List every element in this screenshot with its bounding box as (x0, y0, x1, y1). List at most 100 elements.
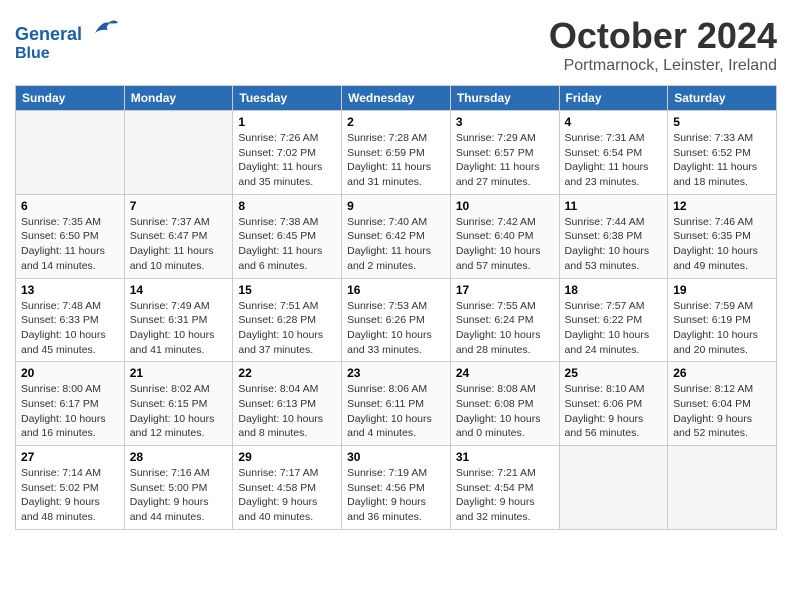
day-number: 18 (565, 283, 663, 297)
calendar-cell: 31Sunrise: 7:21 AM Sunset: 4:54 PM Dayli… (450, 446, 559, 530)
logo: General Blue (15, 15, 120, 62)
day-info: Sunrise: 7:26 AM Sunset: 7:02 PM Dayligh… (238, 131, 336, 190)
day-info: Sunrise: 8:04 AM Sunset: 6:13 PM Dayligh… (238, 382, 336, 441)
day-info: Sunrise: 7:33 AM Sunset: 6:52 PM Dayligh… (673, 131, 771, 190)
calendar-cell (16, 111, 125, 195)
calendar-week-row: 13Sunrise: 7:48 AM Sunset: 6:33 PM Dayli… (16, 278, 777, 362)
calendar-cell: 8 Sunrise: 7:38 AM Sunset: 6:45 PM Daylig… (233, 194, 342, 278)
day-info: Sunrise: 7:57 AM Sunset: 6:22 PM Dayligh… (565, 299, 663, 358)
day-number: 2 (347, 115, 445, 129)
calendar-cell: 23 Sunrise: 8:06 AM Sunset: 6:11 PM Dayli… (342, 362, 451, 446)
day-number: 10 (456, 199, 554, 213)
calendar-cell: 30 Sunrise: 7:19 AM Sunset: 4:56 PM Dayli… (342, 446, 451, 530)
day-number: 13 (21, 283, 119, 297)
day-number: 27 (21, 450, 119, 464)
day-number: 17 (456, 283, 554, 297)
calendar-cell: 5 Sunrise: 7:33 AM Sunset: 6:52 PM Daylig… (668, 111, 777, 195)
day-info: Sunrise: 7:42 AM Sunset: 6:40 PM Dayligh… (456, 215, 554, 274)
calendar-cell: 3 Sunrise: 7:29 AM Sunset: 6:57 PM Daylig… (450, 111, 559, 195)
logo-bird-icon (90, 15, 120, 40)
weekday-header-saturday: Saturday (668, 86, 777, 111)
day-number: 15 (238, 283, 336, 297)
calendar-cell: 13Sunrise: 7:48 AM Sunset: 6:33 PM Dayli… (16, 278, 125, 362)
day-number: 8 (238, 199, 336, 213)
weekday-header-wednesday: Wednesday (342, 86, 451, 111)
calendar-cell: 17 Sunrise: 7:55 AM Sunset: 6:24 PM Dayli… (450, 278, 559, 362)
calendar-week-row: 1Sunrise: 7:26 AM Sunset: 7:02 PM Daylig… (16, 111, 777, 195)
calendar-cell (559, 446, 668, 530)
calendar-table: SundayMondayTuesdayWednesdayThursdayFrid… (15, 85, 777, 530)
day-info: Sunrise: 7:29 AM Sunset: 6:57 PM Dayligh… (456, 131, 554, 190)
day-info: Sunrise: 7:51 AM Sunset: 6:28 PM Dayligh… (238, 299, 336, 358)
calendar-cell: 28 Sunrise: 7:16 AM Sunset: 5:00 PM Dayli… (124, 446, 233, 530)
page-header: General Blue October 2024 Portmarnock, L… (15, 15, 777, 75)
weekday-header-friday: Friday (559, 86, 668, 111)
calendar-cell: 12Sunrise: 7:46 AM Sunset: 6:35 PM Dayli… (668, 194, 777, 278)
day-number: 4 (565, 115, 663, 129)
calendar-cell: 16 Sunrise: 7:53 AM Sunset: 6:26 PM Dayli… (342, 278, 451, 362)
day-info: Sunrise: 7:38 AM Sunset: 6:45 PM Dayligh… (238, 215, 336, 274)
day-number: 29 (238, 450, 336, 464)
day-info: Sunrise: 7:28 AM Sunset: 6:59 PM Dayligh… (347, 131, 445, 190)
calendar-week-row: 20 Sunrise: 8:00 AM Sunset: 6:17 PM Dayli… (16, 362, 777, 446)
day-info: Sunrise: 7:44 AM Sunset: 6:38 PM Dayligh… (565, 215, 663, 274)
day-number: 24 (456, 366, 554, 380)
logo-text2: Blue (15, 45, 120, 63)
calendar-cell: 20 Sunrise: 8:00 AM Sunset: 6:17 PM Dayli… (16, 362, 125, 446)
day-number: 19 (673, 283, 771, 297)
day-info: Sunrise: 7:17 AM Sunset: 4:58 PM Dayligh… (238, 466, 336, 525)
title-block: October 2024 Portmarnock, Leinster, Irel… (549, 15, 777, 75)
day-info: Sunrise: 8:06 AM Sunset: 6:11 PM Dayligh… (347, 382, 445, 441)
day-info: Sunrise: 7:53 AM Sunset: 6:26 PM Dayligh… (347, 299, 445, 358)
day-info: Sunrise: 7:49 AM Sunset: 6:31 PM Dayligh… (130, 299, 228, 358)
day-info: Sunrise: 7:19 AM Sunset: 4:56 PM Dayligh… (347, 466, 445, 525)
day-number: 5 (673, 115, 771, 129)
calendar-cell: 11Sunrise: 7:44 AM Sunset: 6:38 PM Dayli… (559, 194, 668, 278)
day-info: Sunrise: 7:16 AM Sunset: 5:00 PM Dayligh… (130, 466, 228, 525)
calendar-cell (668, 446, 777, 530)
day-info: Sunrise: 8:08 AM Sunset: 6:08 PM Dayligh… (456, 382, 554, 441)
day-number: 23 (347, 366, 445, 380)
calendar-week-row: 27 Sunrise: 7:14 AM Sunset: 5:02 PM Dayli… (16, 446, 777, 530)
calendar-cell: 6Sunrise: 7:35 AM Sunset: 6:50 PM Daylig… (16, 194, 125, 278)
month-title: October 2024 (549, 15, 777, 57)
day-number: 21 (130, 366, 228, 380)
calendar-cell: 10 Sunrise: 7:42 AM Sunset: 6:40 PM Dayli… (450, 194, 559, 278)
calendar-week-row: 6Sunrise: 7:35 AM Sunset: 6:50 PM Daylig… (16, 194, 777, 278)
day-number: 7 (130, 199, 228, 213)
day-number: 25 (565, 366, 663, 380)
calendar-cell: 19 Sunrise: 7:59 AM Sunset: 6:19 PM Dayli… (668, 278, 777, 362)
day-number: 12 (673, 199, 771, 213)
day-number: 16 (347, 283, 445, 297)
weekday-header-tuesday: Tuesday (233, 86, 342, 111)
location-subtitle: Portmarnock, Leinster, Ireland (549, 57, 777, 75)
day-number: 3 (456, 115, 554, 129)
day-number: 31 (456, 450, 554, 464)
calendar-cell: 21 Sunrise: 8:02 AM Sunset: 6:15 PM Dayli… (124, 362, 233, 446)
day-info: Sunrise: 7:37 AM Sunset: 6:47 PM Dayligh… (130, 215, 228, 274)
calendar-cell: 9 Sunrise: 7:40 AM Sunset: 6:42 PM Daylig… (342, 194, 451, 278)
day-info: Sunrise: 7:55 AM Sunset: 6:24 PM Dayligh… (456, 299, 554, 358)
weekday-header-thursday: Thursday (450, 86, 559, 111)
weekday-header-sunday: Sunday (16, 86, 125, 111)
day-number: 6 (21, 199, 119, 213)
day-info: Sunrise: 8:00 AM Sunset: 6:17 PM Dayligh… (21, 382, 119, 441)
day-info: Sunrise: 8:12 AM Sunset: 6:04 PM Dayligh… (673, 382, 771, 441)
calendar-cell: 18 Sunrise: 7:57 AM Sunset: 6:22 PM Dayli… (559, 278, 668, 362)
day-number: 9 (347, 199, 445, 213)
calendar-header-row: SundayMondayTuesdayWednesdayThursdayFrid… (16, 86, 777, 111)
day-number: 20 (21, 366, 119, 380)
day-info: Sunrise: 7:31 AM Sunset: 6:54 PM Dayligh… (565, 131, 663, 190)
calendar-cell: 27 Sunrise: 7:14 AM Sunset: 5:02 PM Dayli… (16, 446, 125, 530)
day-number: 28 (130, 450, 228, 464)
calendar-cell: 25 Sunrise: 8:10 AM Sunset: 6:06 PM Dayli… (559, 362, 668, 446)
weekday-header-monday: Monday (124, 86, 233, 111)
calendar-cell (124, 111, 233, 195)
day-info: Sunrise: 8:02 AM Sunset: 6:15 PM Dayligh… (130, 382, 228, 441)
calendar-cell: 7 Sunrise: 7:37 AM Sunset: 6:47 PM Daylig… (124, 194, 233, 278)
day-info: Sunrise: 7:40 AM Sunset: 6:42 PM Dayligh… (347, 215, 445, 274)
day-number: 30 (347, 450, 445, 464)
day-info: Sunrise: 7:14 AM Sunset: 5:02 PM Dayligh… (21, 466, 119, 525)
day-info: Sunrise: 8:10 AM Sunset: 6:06 PM Dayligh… (565, 382, 663, 441)
day-info: Sunrise: 7:59 AM Sunset: 6:19 PM Dayligh… (673, 299, 771, 358)
